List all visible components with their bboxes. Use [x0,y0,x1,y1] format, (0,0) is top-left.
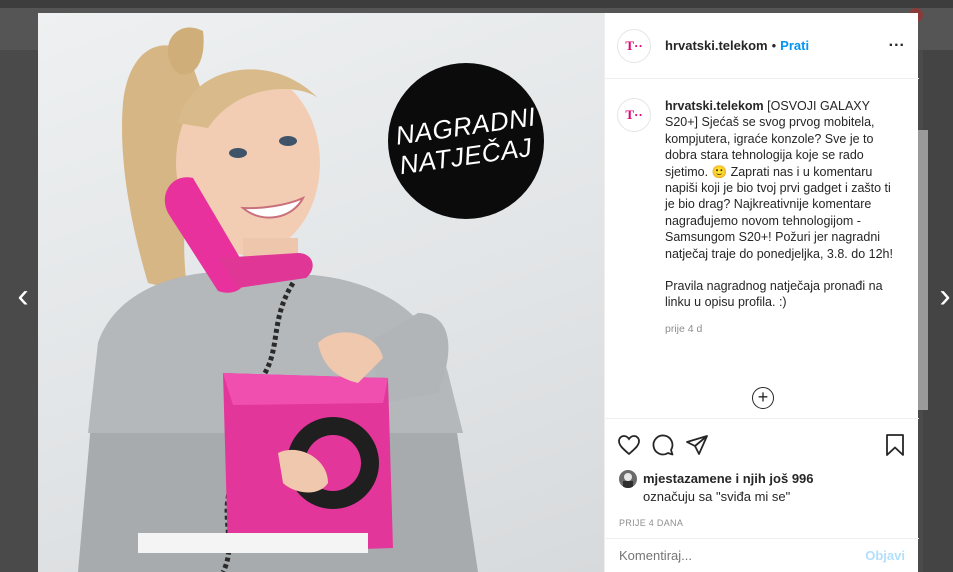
header-separator: • [771,38,777,53]
caption-age: prije 4 d [665,322,703,335]
comment-icon[interactable] [651,433,675,457]
account-handle[interactable]: hrvatski.telekom [665,38,768,53]
liker-avatar[interactable] [619,470,637,488]
post-header: T·· hrvatski.telekom • Prati ... [605,13,919,79]
bookmark-icon[interactable] [883,433,907,457]
post-photo: NAGRADNI NATJEČAJ [38,13,604,572]
likes-summary: mjestazamene i njih još 996 označuju sa … [619,470,909,504]
next-post-arrow-icon[interactable]: › [934,276,953,316]
contest-badge: NAGRADNI NATJEČAJ [388,63,544,219]
caption-avatar[interactable]: T·· [617,98,651,132]
backdrop-top [0,0,953,8]
comment-input[interactable] [619,548,866,563]
caption-text-1: [OSVOJI GALAXY S20+] Sjećaš se svog prvo… [665,99,893,261]
likes-count[interactable]: mjestazamene i njih još 996 [643,471,909,486]
follow-button[interactable]: Prati [780,38,809,53]
post-modal: NAGRADNI NATJEČAJ T·· hrvatski.telekom •… [38,13,919,572]
comment-bar: Objavi [605,538,919,572]
caption-area: T·· hrvatski.telekom [OSVOJI GALAXY S20+… [605,80,919,418]
post-date: PRIJE 4 DANA [619,518,684,528]
heart-icon[interactable] [617,433,641,457]
backdrop-next-post-preview [918,130,928,410]
more-options-icon[interactable]: ... [889,33,905,51]
caption-paragraph-2: Pravila nagradnog natječaja pronađi na l… [665,279,883,310]
load-more-comments-icon[interactable]: + [752,387,774,409]
post-side-panel: T·· hrvatski.telekom • Prati ... T·· hrv… [604,13,919,572]
share-icon[interactable] [685,433,709,457]
action-bar [605,418,919,468]
caption-paragraph-1: hrvatski.telekom [OSVOJI GALAXY S20+] Sj… [665,98,900,262]
post-comment-button[interactable]: Objavi [865,548,905,563]
likes-label: označuju sa "sviđa mi se" [643,489,791,504]
previous-post-arrow-icon[interactable]: ‹ [12,276,34,316]
account-avatar[interactable]: T·· [617,28,651,63]
caption-handle[interactable]: hrvatski.telekom [665,99,764,113]
caption-body: hrvatski.telekom [OSVOJI GALAXY S20+] Sj… [665,98,900,418]
